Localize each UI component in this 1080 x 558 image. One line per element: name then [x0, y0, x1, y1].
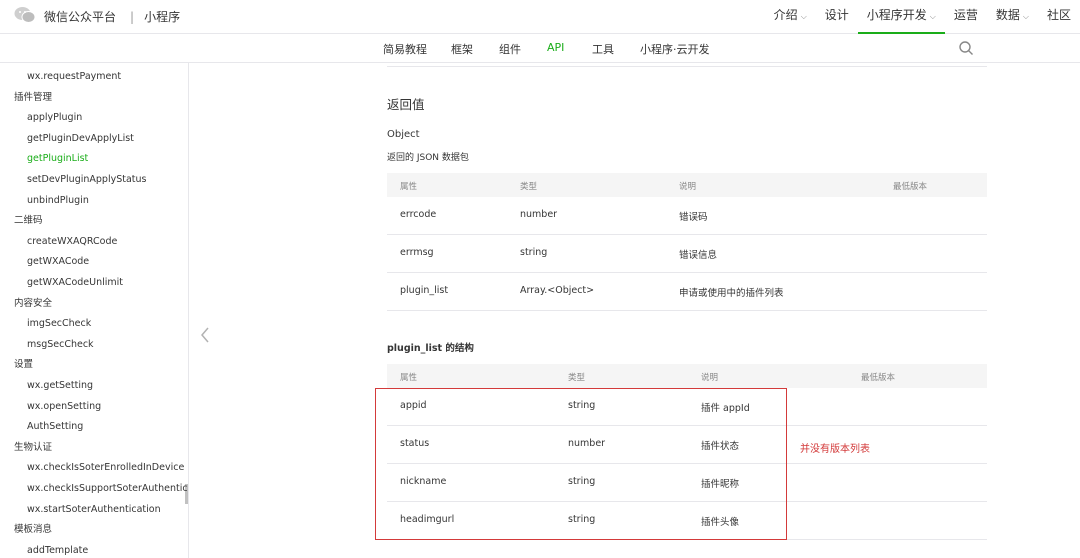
sidebar-item[interactable]: getPluginDevApplyList — [27, 132, 188, 146]
brand-section[interactable]: 小程序 — [144, 10, 180, 24]
column-header: 说明 — [701, 373, 719, 383]
sidebar-group-label: 模板消息 — [14, 524, 53, 536]
sidebar-item[interactable]: setDevPluginApplyStatus — [27, 173, 188, 187]
sidebar-item[interactable]: wx.startSoterAuthentication — [27, 503, 188, 517]
brand-name[interactable]: 微信公众平台 — [44, 10, 116, 24]
sidebar-item[interactable]: msgSecCheck — [27, 338, 188, 352]
sidebar-group-label: 插件管理 — [14, 91, 53, 103]
nav-item-label: 社区 — [1046, 8, 1071, 22]
column-header: 说明 — [679, 182, 697, 192]
sidebar-item[interactable]: wx.checkIsSoterEnrolledInDevice — [27, 461, 188, 475]
sidebar-item[interactable]: addTemplate — [27, 544, 188, 558]
table-cell: 错误信息 — [679, 250, 718, 261]
nav-item[interactable]: 设计 — [816, 0, 858, 34]
column-header: 最低版本 — [893, 182, 928, 192]
subnav-tab[interactable]: 框架 — [451, 41, 473, 57]
main-nav: 介绍 ⌵ 设计 小程序开发 ⌵ 运营 数据 ⌵ 社区 — [765, 0, 1080, 34]
table-cell: errmsg — [400, 247, 434, 258]
sidebar-group-label: 生物认证 — [14, 441, 53, 453]
sidebar-item[interactable]: unbindPlugin — [27, 194, 188, 208]
section-divider — [387, 66, 987, 67]
brand[interactable]: 微信公众平台 | 小程序 — [44, 8, 180, 25]
sidebar: wx.requestPayment 插件管理 applyPlugin getPlugi… — [0, 63, 189, 558]
search-icon[interactable] — [958, 40, 974, 56]
column-header: 属性 — [400, 182, 418, 192]
top-header: 微信公众平台 | 小程序 介绍 ⌵ 设计 小程序开发 ⌵ 运营 数据 ⌵ 社区 — [0, 0, 1080, 34]
nav-item-label: 运营 — [953, 8, 978, 22]
sidebar-item[interactable]: createWXAQRCode — [27, 235, 188, 249]
table-row: errmsg string 错误信息 — [387, 235, 987, 273]
nav-item[interactable]: 小程序开发 ⌵ — [857, 0, 945, 34]
sidebar-group-label: 设置 — [14, 359, 34, 371]
annotation-note: 并没有版本列表 — [800, 444, 870, 455]
sidebar-group-label: 二维码 — [14, 215, 43, 227]
chevron-left-icon[interactable] — [199, 326, 211, 344]
column-header: 属性 — [400, 373, 418, 383]
subnav-tab[interactable]: 工具 — [592, 41, 614, 57]
table-row: plugin_list Array.<Object> 申请或使用中的插件列表 — [387, 273, 987, 311]
subnav-tab[interactable]: 简易教程 — [383, 41, 427, 57]
nav-item-label: 介绍 — [773, 8, 798, 22]
sidebar-group-label: 内容安全 — [14, 297, 53, 309]
struct-heading: plugin_list 的结构 — [387, 343, 474, 354]
column-header: 最低版本 — [861, 373, 896, 383]
sidebar-item[interactable]: wx.checkIsSupportSoterAuthenticatic — [27, 482, 188, 496]
return-heading: 返回值 — [387, 97, 425, 112]
return-type: Object — [387, 129, 420, 140]
sidebar-item[interactable]: getPluginList — [27, 152, 188, 166]
subnav-tab[interactable]: 组件 — [499, 41, 521, 57]
return-table: 属性 类型 说明 最低版本 errcode number 错误码 errmsg string 错误… — [387, 173, 987, 311]
return-description: 返回的 JSON 数据包 — [387, 153, 469, 163]
nav-item[interactable]: 运营 — [945, 0, 987, 34]
table-header: 属性 类型 说明 最低版本 — [387, 364, 987, 388]
sidebar-item[interactable]: wx.getSetting — [27, 379, 188, 393]
table-cell: string — [520, 247, 548, 258]
sidebar-item[interactable]: getWXACode — [27, 255, 188, 269]
nav-item-label: 数据 — [995, 8, 1020, 22]
annotation-box — [375, 388, 787, 540]
sidebar-item[interactable]: wx.openSetting — [27, 400, 188, 414]
brand-separator: | — [130, 10, 135, 24]
table-header: 属性 类型 说明 最低版本 — [387, 173, 987, 197]
chevron-down-icon: ⌵ — [929, 12, 936, 21]
table-cell: 申请或使用中的插件列表 — [679, 288, 784, 299]
table-row: errcode number 错误码 — [387, 197, 987, 235]
nav-item[interactable]: 数据 ⌵ — [987, 0, 1038, 34]
subnav-tab[interactable]: API — [547, 41, 564, 54]
nav-item[interactable]: 社区 — [1038, 0, 1080, 34]
nav-item[interactable]: 介绍 ⌵ — [765, 0, 816, 34]
sub-nav: 简易教程 框架 组件 API 工具 小程序·云开发 — [0, 34, 1080, 63]
column-header: 类型 — [520, 182, 538, 192]
table-cell: 错误码 — [679, 212, 708, 223]
table-cell: plugin_list — [400, 285, 449, 296]
chevron-down-icon: ⌵ — [1022, 12, 1029, 21]
nav-item-label: 小程序开发 — [866, 8, 927, 22]
sidebar-item[interactable]: imgSecCheck — [27, 317, 188, 331]
sidebar-item[interactable]: applyPlugin — [27, 111, 188, 125]
table-cell: errcode — [400, 209, 437, 220]
chevron-down-icon: ⌵ — [800, 12, 807, 21]
wechat-logo-icon[interactable] — [14, 6, 36, 24]
column-header: 类型 — [568, 373, 586, 383]
table-cell: number — [520, 209, 558, 220]
subnav-tab[interactable]: 小程序·云开发 — [640, 41, 710, 57]
nav-item-label: 设计 — [824, 8, 849, 22]
table-cell: Array.<Object> — [520, 285, 595, 296]
sidebar-item[interactable]: wx.requestPayment — [27, 70, 188, 84]
sidebar-item[interactable]: getWXACodeUnlimit — [27, 276, 188, 290]
sidebar-item[interactable]: AuthSetting — [27, 420, 188, 434]
